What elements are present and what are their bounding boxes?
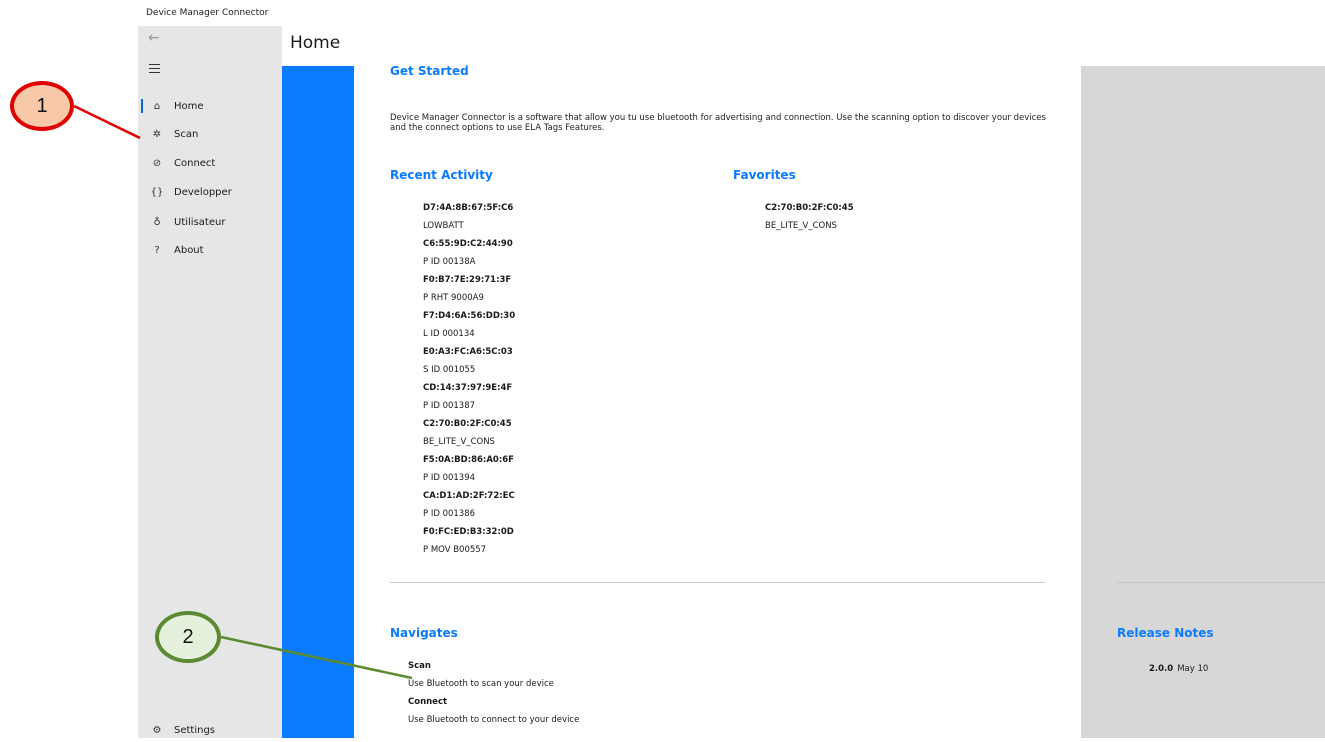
navigate-scan-link[interactable]: Scan xyxy=(408,657,579,675)
device-name[interactable]: BE_LITE_V_CONS xyxy=(423,433,515,451)
hamburger-menu-icon[interactable] xyxy=(149,64,160,73)
device-mac[interactable]: E0:A3:FC:A6:5C:03 xyxy=(423,343,515,361)
recent-activity-list: D7:4A:8B:67:5F:C6 LOWBATT C6:55:9D:C2:44… xyxy=(423,199,515,559)
sidebar-item-about[interactable]: ? About xyxy=(138,238,282,262)
sidebar-item-utilisateur[interactable]: ♁ Utilisateur xyxy=(138,210,282,234)
connect-icon: ⊘ xyxy=(152,157,162,169)
device-mac[interactable]: CD:14:37:97:9E:4F xyxy=(423,379,515,397)
callout-badge-2: 2 xyxy=(155,611,221,663)
release-notes-heading: Release Notes xyxy=(1117,626,1214,640)
device-mac[interactable]: C6:55:9D:C2:44:90 xyxy=(423,235,515,253)
device-mac[interactable]: F0:FC:ED:B3:32:0D xyxy=(423,523,515,541)
sidebar-item-settings[interactable]: ⚙ Settings xyxy=(138,718,282,742)
device-mac[interactable]: F5:0A:BD:86:A0:6F xyxy=(423,451,515,469)
callout-badge-1: 1 xyxy=(10,81,74,131)
right-panel-divider xyxy=(1117,582,1325,583)
device-name[interactable]: P ID 00138A xyxy=(423,253,515,271)
user-icon: ♁ xyxy=(153,216,161,228)
sidebar-item-label: Home xyxy=(174,100,204,112)
device-name[interactable]: P ID 001394 xyxy=(423,469,515,487)
sidebar-item-developper[interactable]: {} Developper xyxy=(138,180,282,204)
get-started-description: Device Manager Connector is a software t… xyxy=(390,113,1046,133)
sidebar-item-label: Connect xyxy=(174,157,216,169)
back-arrow-icon[interactable]: ← xyxy=(148,31,160,45)
scan-icon: ✲ xyxy=(152,128,162,140)
device-name[interactable]: P ID 001386 xyxy=(423,505,515,523)
device-name[interactable]: S ID 001055 xyxy=(423,361,515,379)
get-started-heading: Get Started xyxy=(390,64,469,78)
navigate-connect-description: Use Bluetooth to connect to your device xyxy=(408,715,580,725)
braces-icon: {} xyxy=(150,186,164,198)
hero-accent-band xyxy=(282,66,354,738)
sidebar-item-label: About xyxy=(174,244,204,256)
device-mac[interactable]: CA:D1:AD:2F:72:EC xyxy=(423,487,515,505)
device-mac[interactable]: D7:4A:8B:67:5F:C6 xyxy=(423,199,515,217)
navigates-heading: Navigates xyxy=(390,626,458,640)
release-date: May 10 xyxy=(1177,664,1209,674)
sidebar-item-label: Settings xyxy=(174,724,216,736)
release-note-entry[interactable]: 2.0.0 May 10 xyxy=(1149,664,1208,674)
device-mac[interactable]: F7:D4:6A:56:DD:30 xyxy=(423,307,515,325)
device-mac[interactable]: C2:70:B0:2F:C0:45 xyxy=(423,415,515,433)
device-name[interactable]: BE_LITE_V_CONS xyxy=(765,217,854,235)
recent-activity-heading: Recent Activity xyxy=(390,168,493,182)
sidebar-item-scan[interactable]: ✲ Scan xyxy=(138,122,282,146)
section-divider xyxy=(390,582,1045,583)
device-name[interactable]: L ID 000134 xyxy=(423,325,515,343)
page-title: Home xyxy=(290,33,341,53)
favorites-heading: Favorites xyxy=(733,168,796,182)
app-title: Device Manager Connector xyxy=(146,8,269,18)
sidebar-item-connect[interactable]: ⊘ Connect xyxy=(138,151,282,175)
sidebar-item-label: Scan xyxy=(174,128,199,140)
sidebar-item-label: Utilisateur xyxy=(174,216,226,228)
device-mac[interactable]: C2:70:B0:2F:C0:45 xyxy=(765,199,854,217)
about-icon: ? xyxy=(154,244,160,256)
home-icon: ⌂ xyxy=(153,100,161,112)
navigates-list: Scan Use Bluetooth to scan your device C… xyxy=(408,657,579,729)
navigate-connect-link[interactable]: Connect xyxy=(408,693,579,711)
device-name[interactable]: P RHT 9000A9 xyxy=(423,289,515,307)
sidebar-item-home[interactable]: ⌂ Home xyxy=(138,94,282,118)
release-version: 2.0.0 xyxy=(1149,664,1174,674)
navigate-scan-description: Use Bluetooth to scan your device xyxy=(408,679,554,689)
device-name[interactable]: P MOV B00557 xyxy=(423,541,515,559)
favorites-list: C2:70:B0:2F:C0:45 BE_LITE_V_CONS xyxy=(765,199,854,235)
device-name[interactable]: LOWBATT xyxy=(423,217,515,235)
device-name[interactable]: P ID 001387 xyxy=(423,397,515,415)
callout-1-connector xyxy=(73,104,141,140)
gear-icon: ⚙ xyxy=(152,724,162,736)
sidebar-item-label: Developper xyxy=(174,186,232,198)
device-mac[interactable]: F0:B7:7E:29:71:3F xyxy=(423,271,515,289)
